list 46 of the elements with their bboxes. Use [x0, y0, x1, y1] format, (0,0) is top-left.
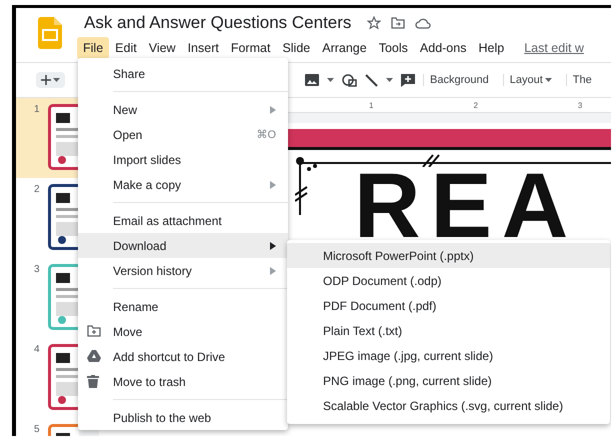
menu-item[interactable]: Import slides — [78, 147, 288, 172]
toolbar-dropdown[interactable]: Layout — [502, 74, 558, 86]
menu-item[interactable]: PNG image (.png, current slide) — [287, 368, 610, 393]
ruler-number: 1 — [369, 100, 374, 110]
slide-title: REA — [354, 172, 578, 240]
menu-bar-item[interactable]: Tools — [372, 37, 414, 59]
menu-item[interactable]: Version history — [78, 258, 288, 283]
menu-item[interactable]: Publish to the web — [78, 405, 288, 430]
menu-item[interactable]: Make a copy — [78, 172, 288, 197]
menu-item[interactable]: New — [78, 97, 288, 122]
menu-item[interactable]: Download — [78, 233, 288, 258]
ruler-number: 2 — [473, 100, 478, 110]
slide-number: 4 — [34, 344, 40, 357]
slide-row[interactable]: 1 — [16, 98, 78, 178]
menu-item[interactable]: Email as attachment — [78, 208, 288, 233]
menu-bar-item[interactable]: Insert — [182, 37, 225, 59]
menu-item[interactable]: Rename — [78, 294, 288, 319]
menu-item[interactable]: JPEG image (.jpg, current slide) — [287, 343, 610, 368]
slide-number: 2 — [34, 184, 40, 197]
menu-item[interactable]: PDF Document (.pdf) — [287, 293, 610, 318]
shortcut-label: ⌘O — [256, 128, 276, 141]
menu-bar-item[interactable]: Add-ons — [414, 37, 472, 59]
menu-item[interactable]: Move to trash — [78, 369, 288, 394]
toolbar-button[interactable]: Background — [423, 74, 495, 86]
menu-bar-item[interactable]: Help — [472, 37, 510, 59]
menu-item[interactable]: Microsoft PowerPoint (.pptx) — [287, 243, 610, 268]
menu-bar-item[interactable]: Arrange — [316, 37, 373, 59]
menu-item[interactable]: Move — [78, 319, 288, 344]
slide-number: 5 — [34, 424, 40, 436]
menu-bar-item[interactable]: Format — [224, 37, 276, 59]
menu-item[interactable]: Scalable Vector Graphics (.svg, current slide) — [287, 393, 610, 418]
last-edit-link[interactable]: Last edit w — [524, 41, 584, 55]
ruler-number: 3 — [578, 100, 582, 110]
menu-bar-item[interactable]: File — [77, 37, 110, 59]
menu-item[interactable]: Add shortcut to Drive — [78, 344, 288, 369]
slide-number: 1 — [34, 104, 40, 117]
menu-item[interactable]: Plain Text (.txt) — [287, 318, 610, 343]
menu-item[interactable]: ODP Document (.odp) — [287, 268, 610, 293]
menu-bar-item[interactable]: Slide — [276, 37, 316, 59]
menu-bar-item[interactable]: Edit — [109, 37, 143, 59]
menu-item[interactable]: Open ⌘O — [78, 122, 288, 147]
menu-bar-item[interactable]: View — [142, 37, 182, 59]
slide-number: 3 — [34, 264, 40, 277]
toolbar-button[interactable]: The — [566, 74, 598, 86]
menu-item[interactable]: Share — [78, 61, 288, 86]
document-title: Ask and Answer Questions Centers — [84, 13, 352, 33]
